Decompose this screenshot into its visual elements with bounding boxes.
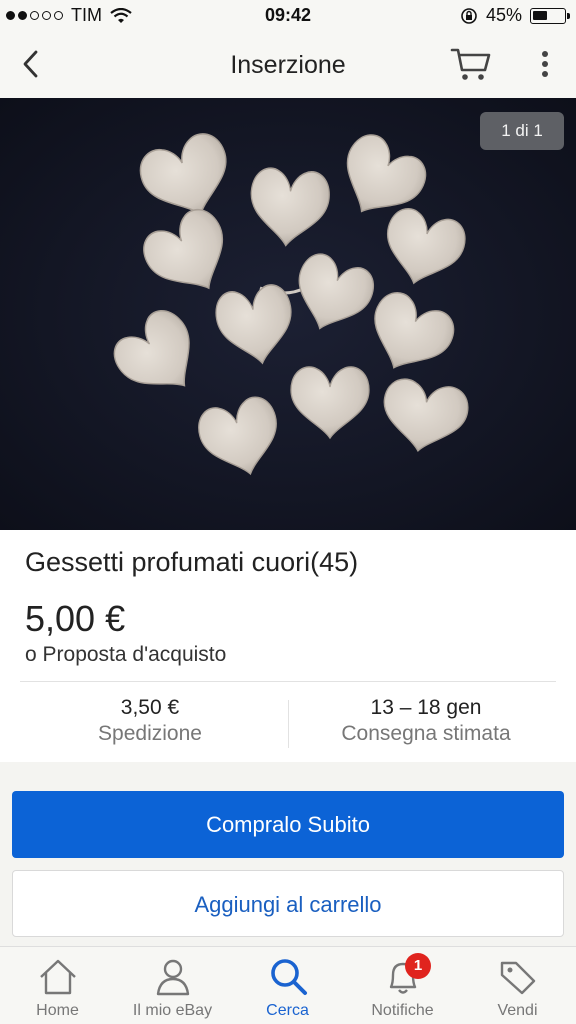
cart-icon[interactable] (450, 44, 492, 84)
image-counter: 1 di 1 (480, 112, 564, 150)
tab-search[interactable]: Cerca (230, 947, 345, 1024)
tab-search-label: Cerca (266, 1002, 309, 1019)
listing-details: Gessetti profumati cuori(45) 5,00 € o Pr… (0, 530, 576, 762)
tab-sell[interactable]: Vendi (460, 947, 575, 1024)
shipping-info: 3,50 € Spedizione (15, 696, 285, 746)
info-separator (288, 700, 289, 748)
delivery-info: 13 – 18 gen Consegna stimata (291, 696, 561, 746)
tab-home-label: Home (36, 1002, 79, 1019)
tab-home[interactable]: Home (0, 947, 115, 1024)
home-icon (40, 959, 76, 995)
status-bar: TIM 09:42 45% (0, 0, 576, 32)
notification-badge: 1 (405, 953, 431, 979)
orientation-lock-icon (461, 7, 477, 24)
tab-notifications-label: Notifiche (371, 1002, 434, 1019)
add-to-cart-button[interactable]: Aggiungi al carrello (12, 870, 564, 937)
delivery-label: Consegna stimata (341, 722, 511, 745)
tab-bar: Home Il mio eBay Cerca 1 Notifiche Vendi (0, 946, 576, 1024)
user-icon (156, 959, 190, 996)
best-offer-text: o Proposta d'acquisto (25, 643, 227, 666)
battery-status: 45% (460, 5, 570, 26)
nav-bar: Inserzione (0, 32, 576, 98)
product-image[interactable]: 1 di 1 (0, 98, 576, 530)
listing-price: 5,00 € (25, 598, 126, 639)
tab-sell-label: Vendi (497, 1002, 538, 1019)
tag-icon (500, 961, 536, 995)
more-vertical-icon[interactable] (530, 46, 560, 82)
divider (20, 681, 556, 682)
scented-chalk-hearts-photo (0, 98, 576, 530)
battery-percent: 45% (485, 5, 522, 25)
search-icon (271, 959, 307, 995)
tab-my-ebay[interactable]: Il mio eBay (115, 947, 230, 1024)
tab-notifications[interactable]: 1 Notifiche (345, 947, 460, 1024)
shipping-cost: 3,50 € (120, 696, 180, 719)
delivery-dates: 13 – 18 gen (370, 696, 482, 719)
listing-title: Gessetti profumati cuori(45) (25, 547, 359, 577)
shipping-label: Spedizione (98, 722, 202, 745)
tab-my-ebay-label: Il mio eBay (132, 1002, 213, 1019)
buy-now-button[interactable]: Compralo Subito (12, 791, 564, 858)
battery-icon (530, 7, 570, 24)
